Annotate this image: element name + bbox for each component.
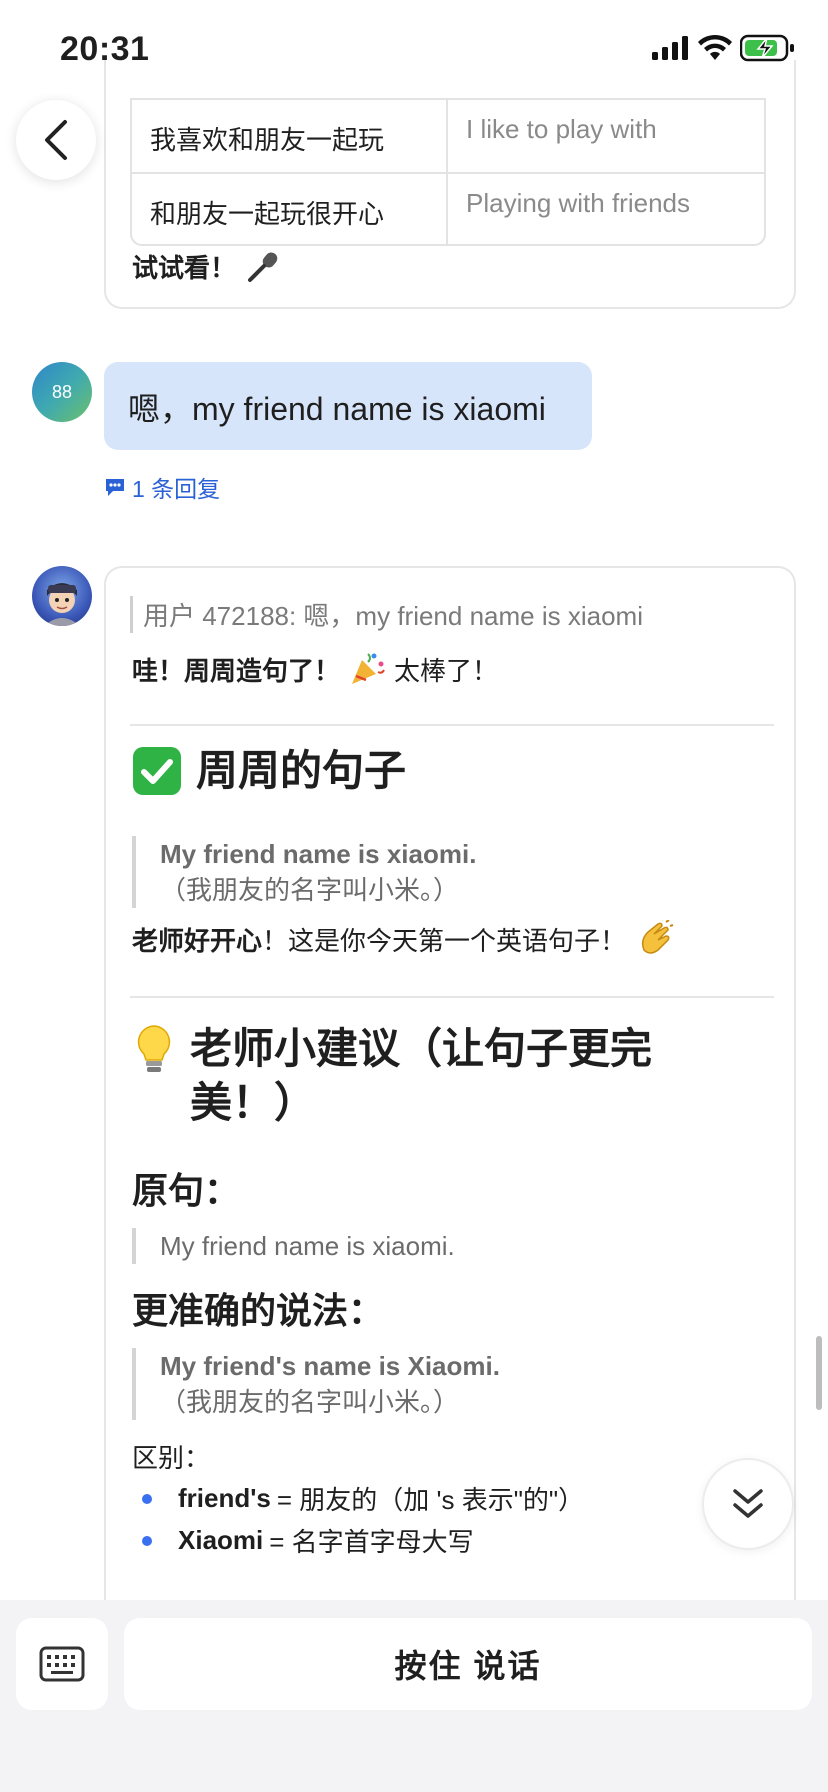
- sentence-table: 我喜欢和朋友一起玩 I like to play with 和朋友一起玩很开心 …: [130, 98, 766, 246]
- encouragement-text: 老师好开心！这是你今天第一个英语句子！: [132, 920, 674, 958]
- back-button[interactable]: [16, 100, 96, 180]
- status-time: 20:31: [60, 30, 150, 68]
- section-title-line2: 美！）: [190, 1079, 317, 1126]
- section-title-sentence: 周周的句子: [132, 744, 406, 798]
- party-popper-icon: [352, 653, 385, 684]
- table-row: 我喜欢和朋友一起玩 I like to play with: [132, 100, 764, 172]
- cartoon-boy-avatar-icon: [44, 583, 80, 626]
- original-sentence-quote: My friend name is xiaomi.: [132, 1228, 455, 1264]
- better-english: My friend's name is Xiaomi.: [160, 1351, 500, 1381]
- previous-ai-message-card: 我喜欢和朋友一起玩 I like to play with 和朋友一起玩很开心 …: [104, 60, 796, 309]
- try-it-text: 试试看！: [132, 248, 280, 285]
- user-message-bubble[interactable]: 嗯，my friend name is xiaomi: [104, 362, 592, 450]
- cellular-signal-icon: [652, 36, 688, 60]
- encouragement-rest: ！这是你今天第一个英语句子！: [262, 925, 627, 956]
- divider: [130, 724, 774, 726]
- thread-replies-link[interactable]: 1 条回复: [104, 470, 220, 504]
- wifi-icon: [698, 34, 732, 60]
- double-chevron-down-icon: [733, 1489, 763, 1518]
- microphone-icon: [248, 251, 278, 282]
- bullet-desc: = 名字首字母大写: [269, 1527, 474, 1557]
- better-label: 更准确的说法：: [132, 1290, 385, 1331]
- difference-label: 区别：: [132, 1443, 211, 1473]
- bullet-dot: [142, 1535, 152, 1546]
- quoted-message: 用户 472188: 嗯，my friend name is xiaomi: [130, 596, 643, 633]
- original-sentence: My friend name is xiaomi.: [160, 1231, 455, 1261]
- praise-text: 哇！周周造句了！ 太棒了！: [132, 650, 498, 688]
- section-title-text: 周周的句子: [196, 747, 407, 794]
- chat-screen: 20:31 我喜欢和朋友一起玩 I like to play with 和朋友一…: [0, 0, 828, 1792]
- better-chinese: （我朋友的名字叫小米。）: [160, 1387, 460, 1417]
- table-cell-chinese: 我喜欢和朋友一起玩: [132, 100, 448, 172]
- try-label: 试试看！: [132, 253, 237, 283]
- table-row: 和朋友一起玩很开心 Playing with friends: [132, 172, 764, 244]
- sentence-blockquote: My friend name is xiaomi. （我朋友的名字叫小米。）: [132, 836, 476, 908]
- chevron-left-icon: [45, 120, 67, 160]
- scrollbar[interactable]: [816, 1336, 822, 1410]
- bullet-desc: = 朋友的（加 's 表示"的"）: [276, 1485, 585, 1515]
- section-title-suggestion: 老师小建议（让句子更完 美！）: [132, 1022, 652, 1130]
- list-item: Xiaomi = 名字首字母大写: [142, 1522, 474, 1559]
- input-bar: 按住 说话: [0, 1600, 828, 1792]
- bullet-dot: [142, 1493, 152, 1504]
- comment-icon: [106, 479, 124, 496]
- table-cell-english: Playing with friends: [466, 188, 690, 218]
- keyboard-toggle-button[interactable]: [16, 1618, 108, 1710]
- check-mark-button-icon: [133, 747, 181, 795]
- better-sentence-quote: My friend's name is Xiaomi. （我朋友的名字叫小米。）: [132, 1348, 500, 1420]
- battery-charging-icon: [740, 34, 794, 62]
- clapping-hands-icon: [641, 920, 674, 954]
- status-bar: 20:31: [0, 0, 828, 96]
- light-bulb-icon: [137, 1025, 171, 1072]
- reply-count: 1 条回复: [132, 476, 221, 502]
- hold-to-talk-button[interactable]: 按住 说话: [124, 1618, 812, 1710]
- section-title-line1: 老师小建议（让句子更完: [190, 1025, 653, 1072]
- quote-chinese: （我朋友的名字叫小米。）: [160, 875, 460, 905]
- bullet-term: friend's: [178, 1483, 271, 1513]
- praise-rest: 太棒了！: [394, 655, 499, 686]
- ai-reply-card: 用户 472188: 嗯，my friend name is xiaomi 哇！…: [104, 566, 796, 1626]
- praise-bold: 哇！周周造句了！: [132, 655, 341, 686]
- section-title-text: 老师小建议（让句子更完 美！）: [190, 1022, 652, 1130]
- table-cell-english: I like to play with: [466, 114, 657, 144]
- list-item: friend's = 朋友的（加 's 表示"的"）: [142, 1480, 584, 1517]
- bullet-term: Xiaomi: [178, 1525, 264, 1555]
- original-label: 原句：: [132, 1170, 241, 1211]
- scroll-to-bottom-button[interactable]: [702, 1458, 794, 1550]
- divider: [130, 996, 774, 998]
- teacher-avatar[interactable]: [32, 566, 92, 626]
- keyboard-icon: [39, 1646, 85, 1682]
- table-cell-chinese: 和朋友一起玩很开心: [132, 174, 448, 244]
- quote-english: My friend name is xiaomi.: [160, 839, 477, 869]
- user-avatar[interactable]: 88: [32, 362, 92, 422]
- encouragement-bold: 老师好开心: [132, 925, 263, 956]
